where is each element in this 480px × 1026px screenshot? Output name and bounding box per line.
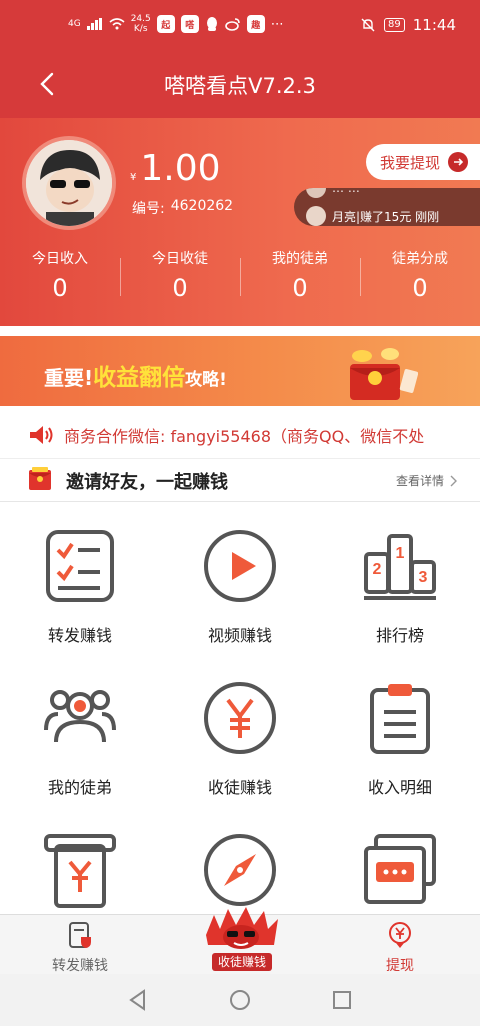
recents-square-icon[interactable] — [330, 988, 354, 1012]
stats-row: 今日收入 0 今日收徒 0 我的徒弟 0 徒弟分成 0 — [0, 244, 480, 304]
home-circle-icon[interactable] — [228, 988, 252, 1012]
notice-marquee: 商务合作微信: fangyi55468（商务QQ、微信不处 — [0, 414, 480, 456]
invite-title: 邀请好友，一起赚钱 — [66, 472, 228, 493]
app-notification-icon: 趣 — [246, 15, 265, 33]
ticker-item: 月亮|赚了15元 刚刚 — [306, 206, 439, 226]
status-left: 4G 24.5 K/s 起 嗒 趣 ⋯ — [68, 14, 284, 34]
wifi-icon — [109, 18, 125, 30]
arrow-right-icon — [448, 152, 469, 172]
grid-item-forward-earn[interactable]: 转发赚钱 — [0, 528, 160, 646]
ticker-prev-item: … … — [306, 188, 360, 198]
grid-item-my-apprentices[interactable]: 我的徒弟 — [0, 680, 160, 798]
page-title: 嗒嗒看点V7.2.3 — [164, 74, 316, 98]
more-dots-icon: ⋯ — [270, 16, 284, 32]
ticker-text: 月亮|赚了15元 刚刚 — [332, 209, 440, 224]
play-icon — [204, 530, 276, 602]
status-bar: 4G 24.5 K/s 起 嗒 趣 ⋯ 89 11:44 — [0, 0, 480, 50]
stat-today-income[interactable]: 今日收入 0 — [0, 244, 120, 304]
invite-row[interactable]: 邀请好友，一起赚钱 查看详情 — [0, 458, 480, 502]
speaker-icon — [30, 426, 53, 444]
app-header: 嗒嗒看点V7.2.3 — [0, 50, 480, 118]
grid-item-income-details[interactable]: 收入明细 — [320, 680, 480, 798]
qq-icon — [206, 17, 217, 31]
feature-grid: 转发赚钱 视频赚钱 2 1 3 排行榜 我的徒弟 收徒赚钱 收入明细 — [0, 502, 480, 914]
svg-text:1: 1 — [396, 545, 405, 562]
view-details-link[interactable]: 查看详情 — [396, 472, 458, 489]
user-id-label: 编号: — [132, 201, 165, 217]
battery-indicator: 89 — [384, 18, 405, 32]
grid-item-leaderboard[interactable]: 2 1 3 排行榜 — [320, 528, 480, 646]
document-shield-icon — [69, 922, 91, 948]
tab-forward-earn[interactable]: 转发赚钱 — [0, 915, 160, 975]
balance: ¥ 1.00 — [130, 148, 221, 189]
red-envelope-icon — [29, 467, 51, 490]
yen-circle-icon — [204, 682, 276, 754]
signal-icon — [86, 18, 102, 30]
network-type: 4G — [68, 18, 81, 29]
status-right: 89 11:44 — [360, 16, 456, 34]
clipboard-icon — [370, 684, 430, 754]
chevron-right-icon — [450, 475, 457, 486]
svg-text:3: 3 — [419, 569, 428, 586]
compass-icon — [204, 834, 276, 906]
ticker-avatar — [306, 206, 326, 226]
tab-recruit-earn[interactable]: 收徒赚钱 — [160, 907, 320, 975]
balance-amount: 1.00 — [140, 148, 221, 189]
clock: 11:44 — [412, 16, 456, 34]
checklist-icon — [46, 530, 114, 602]
system-nav-bar — [0, 974, 480, 1026]
stat-apprentice-share[interactable]: 徒弟分成 0 — [360, 244, 480, 304]
banner-text: 重要!收益翻倍攻略! — [44, 365, 227, 391]
red-packet-icon — [350, 348, 418, 400]
app-notification-icon: 嗒 — [180, 15, 199, 33]
withdraw-label: 我要提现 — [380, 153, 441, 172]
avatar-image — [26, 140, 112, 226]
mute-bell-icon — [361, 18, 375, 32]
notice-text: 商务合作微信: fangyi55468（商务QQ、微信不处 — [64, 427, 425, 446]
network-speed: 24.5 K/s — [130, 14, 151, 34]
grid-item-recruit-earn[interactable]: 收徒赚钱 — [160, 680, 320, 798]
tab-withdraw[interactable]: 提现 — [320, 915, 480, 975]
withdraw-button[interactable]: 我要提现 — [366, 144, 480, 180]
bottom-tab-bar: 转发赚钱 收徒赚钱 提现 — [0, 907, 480, 975]
atm-yen-icon — [44, 834, 116, 908]
podium-icon: 2 1 3 — [364, 534, 436, 600]
app-notification-icon: 起 — [156, 15, 175, 33]
tab-recruit-label: 收徒赚钱 — [212, 953, 272, 971]
app-screen: 4G 24.5 K/s 起 嗒 趣 ⋯ 89 11:44 嗒嗒看点V7.2.3 … — [0, 0, 480, 1026]
stat-today-recruits[interactable]: 今日收徒 0 — [120, 244, 240, 304]
svg-text:2: 2 — [373, 561, 382, 578]
avatar[interactable] — [22, 136, 116, 230]
promo-banner[interactable]: 重要!收益翻倍攻略! — [0, 336, 480, 406]
grid-item-messages[interactable] — [320, 832, 480, 926]
profile-card: ¥ 1.00 编号: 4620262 我要提现 … … 月亮|赚了15元 刚刚 — [0, 118, 480, 326]
stat-my-apprentices[interactable]: 我的徒弟 0 — [240, 244, 360, 304]
earnings-ticker: … … 月亮|赚了15元 刚刚 — [294, 188, 480, 226]
message-icon — [364, 834, 436, 904]
user-id-value: 4620262 — [170, 198, 234, 214]
weibo-icon — [224, 18, 240, 31]
back-triangle-icon[interactable] — [126, 988, 150, 1012]
ticker-avatar — [306, 188, 326, 198]
user-id: 编号: 4620262 — [132, 198, 233, 218]
yen-pin-icon — [389, 922, 411, 948]
users-icon — [44, 690, 116, 743]
grid-item-atm[interactable] — [0, 832, 160, 926]
currency-symbol: ¥ — [130, 172, 137, 183]
grid-item-video-earn[interactable]: 视频赚钱 — [160, 528, 320, 646]
